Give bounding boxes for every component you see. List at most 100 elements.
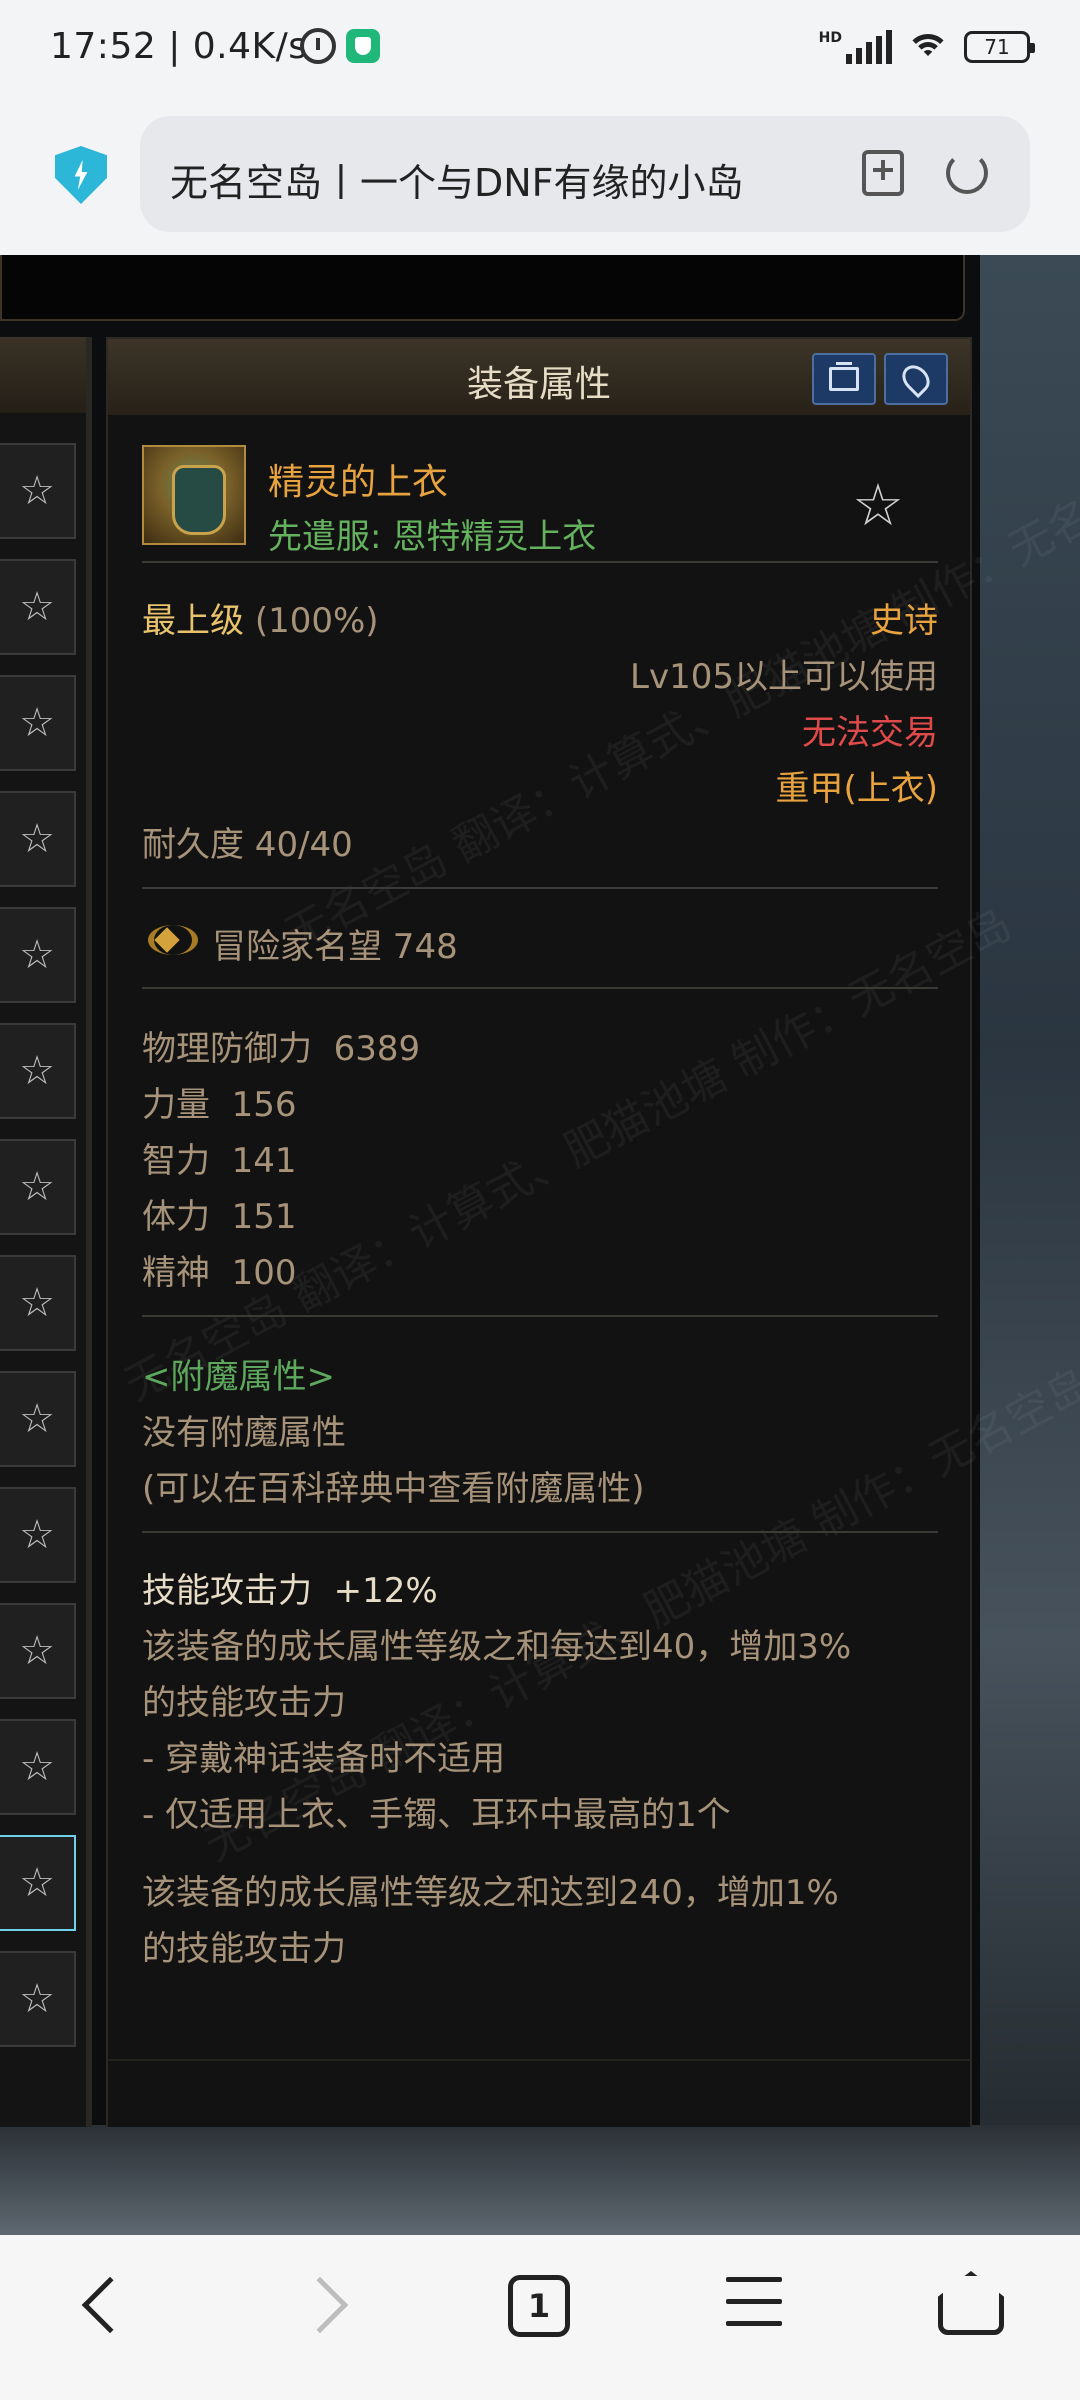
star-icon: ☆	[19, 1280, 55, 1326]
star-icon: ☆	[19, 700, 55, 746]
status-time: 17:52 | 0.4K/s	[50, 26, 308, 67]
security-shield-icon[interactable]	[55, 146, 107, 204]
stat-row: 体力 151	[142, 1197, 297, 1237]
star-icon: ☆	[19, 1512, 55, 1558]
grade-label: 最上级	[142, 601, 244, 641]
home-icon[interactable]	[938, 2271, 1004, 2335]
star-icon: ☆	[19, 1164, 55, 1210]
equipment-detail-panel: 装备属性 无名空岛 翻译：计算式、肥猫池塘 制作：无名空岛 无名空岛 翻译：计算…	[106, 337, 1080, 2127]
favorite-star-button-selected[interactable]: ☆	[0, 1835, 76, 1931]
divider	[142, 1315, 938, 1317]
skill-desc-line: 的技能攻击力	[142, 1683, 346, 1723]
divider	[142, 887, 938, 889]
star-icon: ☆	[19, 816, 55, 862]
favorite-star-button[interactable]: ☆	[0, 1951, 76, 2047]
forward-icon[interactable]	[291, 2276, 349, 2334]
favorite-star-button[interactable]: ☆	[0, 1487, 76, 1583]
url-field[interactable]: 无名空岛丨一个与DNF有缘的小岛	[140, 116, 1030, 232]
favorite-star-button[interactable]: ☆	[0, 443, 76, 539]
star-icon: ☆	[19, 1976, 55, 2022]
item-type: 重甲(上衣)	[775, 769, 938, 809]
back-icon[interactable]	[81, 2276, 139, 2334]
refresh-icon[interactable]	[946, 152, 988, 194]
skill-desc-line: 该装备的成长属性等级之和每达到40，增加3%	[142, 1627, 852, 1667]
adventurer-fame: 冒险家名望 748	[142, 919, 458, 968]
status-left-icons	[300, 28, 380, 64]
stat-row: 精神 100	[142, 1253, 297, 1293]
top-strip	[0, 255, 965, 321]
divider	[142, 987, 938, 989]
divider	[142, 1531, 938, 1533]
favorite-star-button[interactable]: ☆	[0, 791, 76, 887]
favorite-star-button[interactable]: ☆	[0, 1255, 76, 1351]
background-scenery	[980, 255, 1080, 2235]
favorite-star-icon[interactable]: ☆	[852, 471, 904, 539]
alarm-icon	[300, 28, 336, 64]
skill-note: - 穿戴神话装备时不适用	[142, 1739, 506, 1779]
favorite-star-button[interactable]: ☆	[0, 1719, 76, 1815]
stat-row: 力量 156	[142, 1085, 297, 1125]
browser-nav-bar: 1	[0, 2235, 1080, 2400]
star-icon: ☆	[19, 1628, 55, 1674]
star-icon: ☆	[19, 1744, 55, 1790]
inventory-button[interactable]	[812, 353, 876, 405]
favorite-star-button[interactable]: ☆	[0, 1603, 76, 1699]
item-armor-icon	[142, 445, 246, 545]
location-pin-icon	[896, 359, 936, 399]
favorite-star-button[interactable]: ☆	[0, 1139, 76, 1235]
item-durability: 耐久度 40/40	[142, 825, 353, 865]
inventory-icon	[829, 362, 859, 391]
skill-note: - 仅适用上衣、手镯、耳环中最高的1个	[142, 1795, 731, 1835]
battery-icon: 71	[964, 31, 1035, 63]
battery-level: 71	[984, 35, 1010, 59]
star-icon: ☆	[19, 932, 55, 978]
skill-desc-line: 的技能攻击力	[142, 1929, 346, 1969]
star-icon: ☆	[19, 1860, 55, 1906]
item-set-name: 先遣服: 恩特精灵上衣	[268, 517, 597, 557]
skill-attack-title: 技能攻击力 +12%	[142, 1571, 438, 1611]
status-bar: 17:52 | 0.4K/s HD 71	[0, 0, 1080, 100]
grade-percent: (100%)	[254, 601, 379, 641]
fame-icon	[148, 925, 198, 955]
divider	[142, 561, 938, 563]
detail-panel-header: 装备属性	[108, 339, 970, 415]
equipment-list-panel: ☆ ☆ ☆ ☆ ☆ ☆ ☆ ☆ ☆ ☆ ☆ ☆ ☆ ☆	[0, 337, 92, 2127]
browser-address-bar: 无名空岛丨一个与DNF有缘的小岛	[0, 100, 1080, 255]
favorite-star-button[interactable]: ☆	[0, 675, 76, 771]
item-rarity: 史诗	[870, 601, 938, 641]
trade-status: 无法交易	[802, 713, 938, 753]
star-icon: ☆	[19, 468, 55, 514]
list-panel-header	[0, 337, 86, 413]
star-icon: ☆	[19, 584, 55, 630]
favorite-star-button[interactable]: ☆	[0, 907, 76, 1003]
fame-text: 冒险家名望 748	[212, 927, 458, 967]
enchant-none: 没有附魔属性	[142, 1413, 346, 1453]
enchant-hint: (可以在百科辞典中查看附魔属性)	[142, 1469, 645, 1509]
panel-footer	[108, 2059, 970, 2127]
app-notification-icon	[346, 29, 380, 63]
favorite-star-button[interactable]: ☆	[0, 559, 76, 655]
wifi-icon	[906, 30, 950, 64]
skill-desc-line: 该装备的成长属性等级之和达到240，增加1%	[142, 1873, 839, 1913]
star-icon: ☆	[19, 1396, 55, 1442]
star-icon: ☆	[19, 1048, 55, 1094]
signal-icon	[846, 30, 892, 64]
item-name: 精灵的上衣	[268, 462, 449, 503]
page-title[interactable]: 无名空岛丨一个与DNF有缘的小岛	[170, 152, 744, 207]
level-requirement: Lv105以上可以使用	[630, 657, 938, 697]
stat-row: 智力 141	[142, 1141, 297, 1181]
tab-count: 1	[527, 2287, 551, 2325]
network-type: HD	[818, 30, 842, 46]
status-right-icons: HD 71	[818, 30, 1035, 64]
menu-icon[interactable]	[726, 2277, 782, 2333]
enchant-header: <附魔属性>	[142, 1357, 335, 1397]
item-grade: 最上级 (100%)	[142, 593, 379, 642]
add-bookmark-icon[interactable]	[862, 150, 904, 196]
background-floor	[0, 2125, 1080, 2235]
favorite-star-button[interactable]: ☆	[0, 1023, 76, 1119]
stat-row: 物理防御力 6389	[142, 1029, 421, 1069]
favorite-star-button[interactable]: ☆	[0, 1371, 76, 1467]
tabs-button[interactable]: 1	[508, 2275, 570, 2337]
web-content: ☆ ☆ ☆ ☆ ☆ ☆ ☆ ☆ ☆ ☆ ☆ ☆ ☆ ☆ 装备属性 无名空岛 翻译…	[0, 255, 1080, 2235]
location-button[interactable]	[884, 353, 948, 405]
